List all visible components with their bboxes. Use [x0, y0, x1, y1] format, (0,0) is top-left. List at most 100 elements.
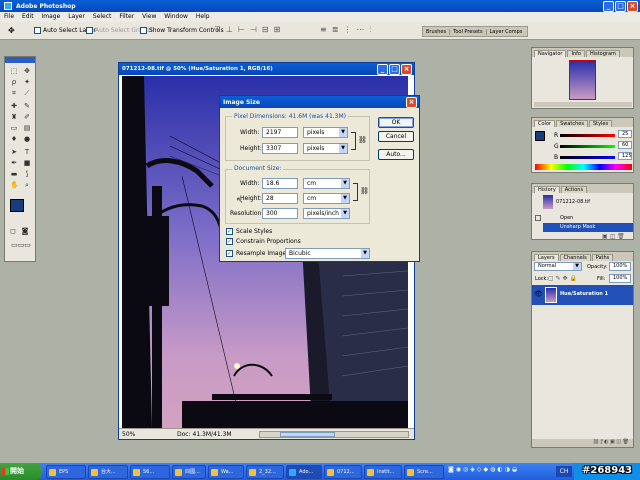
magic-wand-icon[interactable]: ✦: [23, 78, 31, 86]
quick-mask-off-icon[interactable]: ◻: [9, 227, 17, 235]
resample-method-select[interactable]: Bicubic ▼: [285, 248, 370, 259]
tab-histogram[interactable]: Histogram: [585, 50, 620, 57]
menu-layer[interactable]: Layer: [68, 13, 85, 20]
doc-info[interactable]: Doc: 41.3M/41.3M: [177, 431, 232, 438]
layer-name[interactable]: Hue/Saturation 1: [560, 291, 608, 297]
pen-tool-icon[interactable]: ✒: [10, 159, 18, 167]
doc-close-button[interactable]: ×: [401, 63, 412, 75]
hand-tool-icon[interactable]: ✋: [10, 181, 19, 189]
auto-select-layer-checkbox[interactable]: [34, 27, 41, 34]
zoom-readout[interactable]: 50%: [122, 431, 135, 438]
well-tab-tool-presets[interactable]: Tool Presets: [450, 28, 487, 35]
brush-tool-icon[interactable]: ✎: [23, 102, 31, 110]
align-icons[interactable]: ⊤⊥⊢⊣⊟⊞: [214, 25, 314, 37]
zoom-tool-icon[interactable]: ⌕: [23, 181, 31, 189]
menu-edit[interactable]: Edit: [22, 13, 34, 20]
menu-window[interactable]: Window: [164, 13, 188, 20]
tab-info[interactable]: Info: [567, 50, 585, 57]
crop-tool-icon[interactable]: ⌗: [10, 89, 18, 97]
auto-button[interactable]: Auto...: [378, 149, 414, 160]
menu-filter[interactable]: Filter: [119, 13, 134, 20]
tab-color[interactable]: Color: [534, 120, 556, 127]
taskbar-item-2[interactable]: 台大...: [88, 465, 128, 479]
resolution-input[interactable]: 300: [262, 208, 298, 219]
taskbar-item-9[interactable]: Instit...: [364, 465, 402, 479]
dodge-tool-icon[interactable]: ●: [23, 135, 31, 143]
quick-launch-icons[interactable]: ◙◉◎◈◇◆◍◐◑◒: [448, 466, 554, 477]
distribute-icons[interactable]: ≡≣⋮⋯⫶: [320, 25, 400, 37]
gradient-tool-icon[interactable]: ▤: [23, 124, 31, 132]
resolution-unit-select[interactable]: pixels/inch ▼: [303, 208, 350, 219]
well-tab-brushes[interactable]: Brushes: [423, 28, 451, 35]
color-fg-swatch[interactable]: [535, 131, 545, 141]
lasso-tool-icon[interactable]: ρ: [10, 78, 18, 86]
history-brush-source[interactable]: [535, 215, 541, 221]
show-transform-checkbox[interactable]: [140, 27, 147, 34]
taskbar-item-eps[interactable]: EPS: [46, 465, 86, 479]
eraser-tool-icon[interactable]: ▭: [10, 124, 18, 132]
slice-tool-icon[interactable]: ⟋: [23, 89, 31, 97]
height-input[interactable]: 3307: [262, 143, 298, 154]
scale-styles-checkbox[interactable]: ✓: [226, 228, 233, 235]
tab-styles[interactable]: Styles: [588, 120, 613, 127]
move-tool-icon[interactable]: ✥: [8, 26, 15, 35]
layer-row-selected[interactable]: 👁 Hue/Saturation 1: [532, 285, 633, 305]
taskbar-item-8[interactable]: 0712...: [324, 465, 362, 479]
minimize-button[interactable]: _: [603, 0, 614, 12]
navigator-zoom-slider[interactable]: [534, 102, 632, 107]
taskbar-item-10[interactable]: Scre...: [404, 465, 444, 479]
marquee-tool-icon[interactable]: ⬚: [10, 67, 18, 75]
cancel-button[interactable]: Cancel: [378, 131, 414, 142]
tab-navigator[interactable]: Navigator: [534, 50, 567, 57]
taskbar-item-6[interactable]: 2_32...: [246, 465, 284, 479]
opacity-input[interactable]: 100%: [609, 262, 631, 271]
width-input[interactable]: 2197: [262, 127, 298, 138]
navigator-thumbnail[interactable]: [569, 60, 596, 100]
move-tool-icon[interactable]: ✥: [23, 67, 31, 75]
healing-brush-icon[interactable]: ✚: [10, 102, 18, 110]
g-input[interactable]: 60: [618, 141, 632, 149]
blend-mode-select[interactable]: Normal ▼: [534, 262, 582, 271]
menu-help[interactable]: Help: [196, 13, 210, 20]
menu-view[interactable]: View: [142, 13, 156, 20]
shape-tool-icon[interactable]: ■: [23, 159, 31, 167]
horizontal-scrollbar[interactable]: [259, 431, 409, 438]
tab-swatches[interactable]: Swatches: [556, 120, 588, 127]
type-tool-icon[interactable]: T: [23, 148, 31, 156]
foreground-color-swatch[interactable]: [10, 199, 24, 212]
g-slider[interactable]: [560, 145, 615, 148]
resample-image-checkbox[interactable]: ✓: [226, 250, 233, 257]
history-item-selected[interactable]: Unsharp Mask: [543, 223, 633, 232]
doc-maximize-button[interactable]: □: [389, 63, 400, 75]
well-tab-layer-comps[interactable]: Layer Comps: [487, 29, 526, 35]
taskbar-item-photoshop[interactable]: Ado...: [286, 465, 322, 479]
tab-paths[interactable]: Paths: [591, 254, 614, 261]
lock-icons[interactable]: ▢ ✎ ✥ 🔒: [548, 275, 577, 282]
snapshot-label[interactable]: 071212-08.tif: [556, 199, 590, 205]
tab-history[interactable]: History: [534, 186, 560, 193]
doc-width-input[interactable]: 18.6: [262, 178, 298, 189]
b-slider[interactable]: [560, 156, 615, 159]
maximize-button[interactable]: □: [615, 0, 626, 12]
doc-height-input[interactable]: 28: [262, 193, 298, 204]
eyedropper-icon[interactable]: ⟆: [23, 170, 31, 178]
history-brush-icon[interactable]: ✐: [23, 113, 31, 121]
menu-file[interactable]: File: [4, 13, 14, 20]
dialog-close-button[interactable]: ×: [406, 96, 417, 108]
fill-input[interactable]: 100%: [609, 274, 631, 283]
eye-icon[interactable]: 👁: [534, 290, 543, 298]
scroll-thumb[interactable]: [280, 432, 335, 437]
menu-image[interactable]: Image: [42, 13, 61, 20]
height-unit-select[interactable]: pixels ▼: [303, 143, 348, 154]
history-footer-icons[interactable]: ▣ ◫ 🗑: [602, 233, 625, 240]
doc-width-unit-select[interactable]: cm ▼: [303, 178, 350, 189]
doc-minimize-button[interactable]: _: [377, 63, 388, 75]
b-input[interactable]: 125: [618, 152, 632, 160]
path-selection-icon[interactable]: ➤: [10, 148, 18, 156]
language-indicator[interactable]: CH: [556, 466, 572, 477]
history-item-open[interactable]: Open: [560, 215, 573, 221]
tab-actions[interactable]: Actions: [560, 186, 588, 193]
menu-select[interactable]: Select: [93, 13, 112, 20]
color-ramp[interactable]: [535, 164, 632, 170]
taskbar-item-4[interactable]: 四國...: [172, 465, 206, 479]
